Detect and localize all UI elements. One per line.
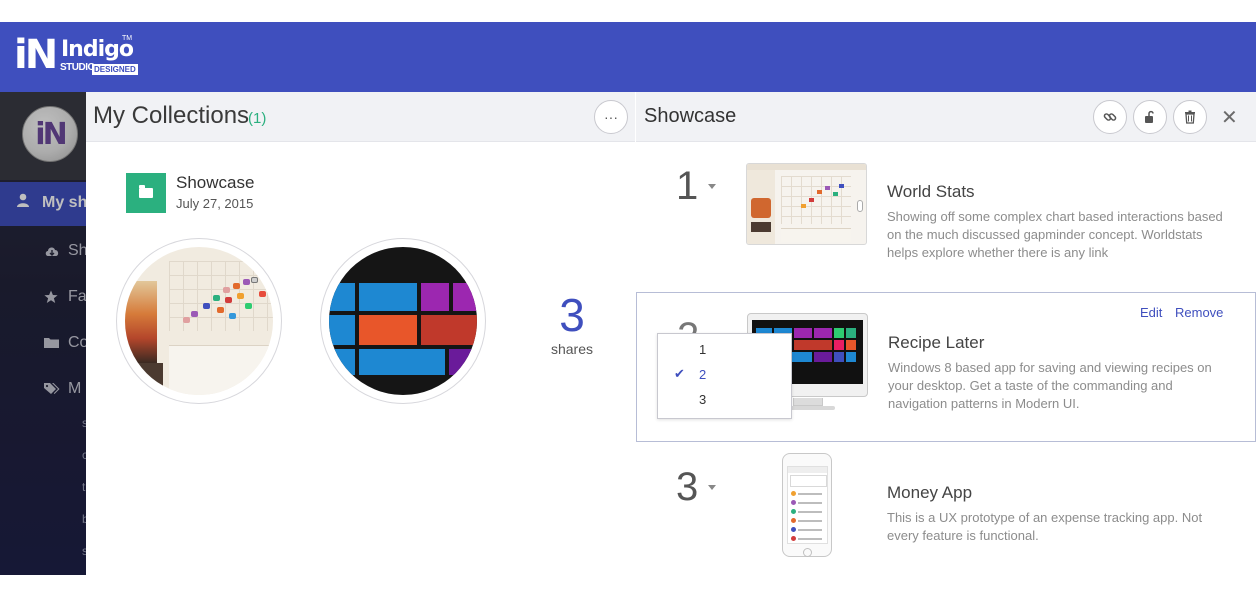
world-stats-preview-image <box>125 247 273 395</box>
sidebar-item-my-shares-label-wrap: My sh <box>16 193 86 212</box>
cloud-icon <box>44 244 60 258</box>
folder-icon[interactable] <box>126 173 166 213</box>
sidebar-item-label: My sh <box>42 194 86 211</box>
app-root: iN Indigo TM STUDIO DESIGNED iN My sh Sh <box>0 0 1256 599</box>
collection-date: July 27, 2015 <box>176 196 254 211</box>
avatar-initials: iN <box>35 116 67 152</box>
ellipsis-icon: ··· <box>604 109 618 125</box>
shares-label: shares <box>550 341 594 357</box>
trash-icon <box>1185 110 1195 124</box>
remove-link[interactable]: Remove <box>1175 305 1223 320</box>
money-app-preview-image <box>782 453 832 557</box>
rank-option-2[interactable]: ✔ 2 <box>658 362 791 386</box>
sidebar-item-favorites[interactable]: Fa <box>0 278 86 318</box>
monitor-stand <box>793 398 823 406</box>
link-icon <box>1103 113 1117 121</box>
showcase-title: Showcase <box>644 105 737 127</box>
recipe-later-preview-image <box>329 247 477 395</box>
sidebar-item-label: Sh <box>68 242 86 259</box>
collections-panel: My Collections (1) ··· Showcase July 27,… <box>86 92 635 575</box>
sidebar-item-collections[interactable]: Co <box>0 324 86 364</box>
checkmark-icon: ✔ <box>674 366 685 381</box>
tags-icon <box>44 382 60 396</box>
world-stats-preview-image <box>746 163 867 245</box>
bottom-margin <box>0 575 1256 599</box>
collection-thumbnail-recipe-later[interactable] <box>320 238 486 404</box>
rank-option-3[interactable]: 3 <box>658 387 791 411</box>
option-label: 3 <box>699 392 707 407</box>
rank-option-1[interactable]: 1 <box>658 337 791 361</box>
indigo-studio-logo[interactable]: iN Indigo TM STUDIO DESIGNED <box>14 32 138 80</box>
item-title[interactable]: World Stats <box>887 182 975 202</box>
share-link-button[interactable] <box>1093 100 1127 134</box>
close-button[interactable]: ✕ <box>1221 105 1238 130</box>
logo-studio: STUDIO <box>60 62 95 73</box>
sidebar-item-shared[interactable]: Sh <box>0 232 86 272</box>
item-title[interactable]: Money App <box>887 483 972 503</box>
left-sidebar: iN My sh Sh Fa Co M s c t b s <box>0 92 86 575</box>
collection-thumbnail-world-stats[interactable] <box>116 238 282 404</box>
more-options-button[interactable]: ··· <box>594 100 628 134</box>
avatar[interactable]: iN <box>22 106 78 162</box>
logo-mark: iN <box>14 32 58 78</box>
showcase-item-world-stats[interactable]: 1 World Stats Showing off some complex c… <box>636 142 1256 292</box>
edit-link[interactable]: Edit <box>1140 305 1162 320</box>
chevron-down-icon[interactable] <box>708 184 716 189</box>
item-description: Windows 8 based app for saving and viewi… <box>888 360 1212 411</box>
sidebar-item-tags[interactable]: M <box>0 370 86 410</box>
rank-dropdown[interactable]: 1 ✔ 2 3 <box>657 333 792 419</box>
collection-name[interactable]: Showcase <box>176 173 254 193</box>
collection-count: (1) <box>248 110 267 127</box>
folder-icon <box>44 336 60 350</box>
showcase-header: Showcase ✕ <box>636 92 1256 142</box>
option-label: 1 <box>699 342 707 357</box>
shares-count: 3 <box>559 289 585 341</box>
sidebar-item-label: Co <box>68 334 86 351</box>
rank-number[interactable]: 3 <box>676 465 698 510</box>
logo-designed: DESIGNED <box>92 64 138 75</box>
item-description: This is a UX prototype of an expense tra… <box>887 510 1203 543</box>
rank-number[interactable]: 1 <box>676 164 698 209</box>
item-title[interactable]: Recipe Later <box>888 333 984 353</box>
chevron-down-icon[interactable] <box>708 485 716 490</box>
collections-header: My Collections (1) ··· <box>86 92 635 142</box>
unlock-button[interactable] <box>1133 100 1167 134</box>
showcase-item-money-app[interactable]: 3 Money App This is a UX prototype of an… <box>636 443 1256 575</box>
avatar-area: iN <box>0 92 86 180</box>
delete-button[interactable] <box>1173 100 1207 134</box>
star-icon <box>44 290 60 304</box>
item-description: Showing off some complex chart based int… <box>887 209 1223 260</box>
logo-trademark: TM <box>122 35 133 42</box>
sidebar-item-label: Fa <box>68 288 86 305</box>
top-header: iN Indigo TM STUDIO DESIGNED <box>0 22 1256 92</box>
page-title: My Collections <box>93 102 250 129</box>
unlock-icon <box>1145 110 1154 123</box>
option-label: 2 <box>699 367 707 382</box>
user-icon <box>16 193 32 212</box>
sidebar-item-label: M <box>68 380 82 397</box>
